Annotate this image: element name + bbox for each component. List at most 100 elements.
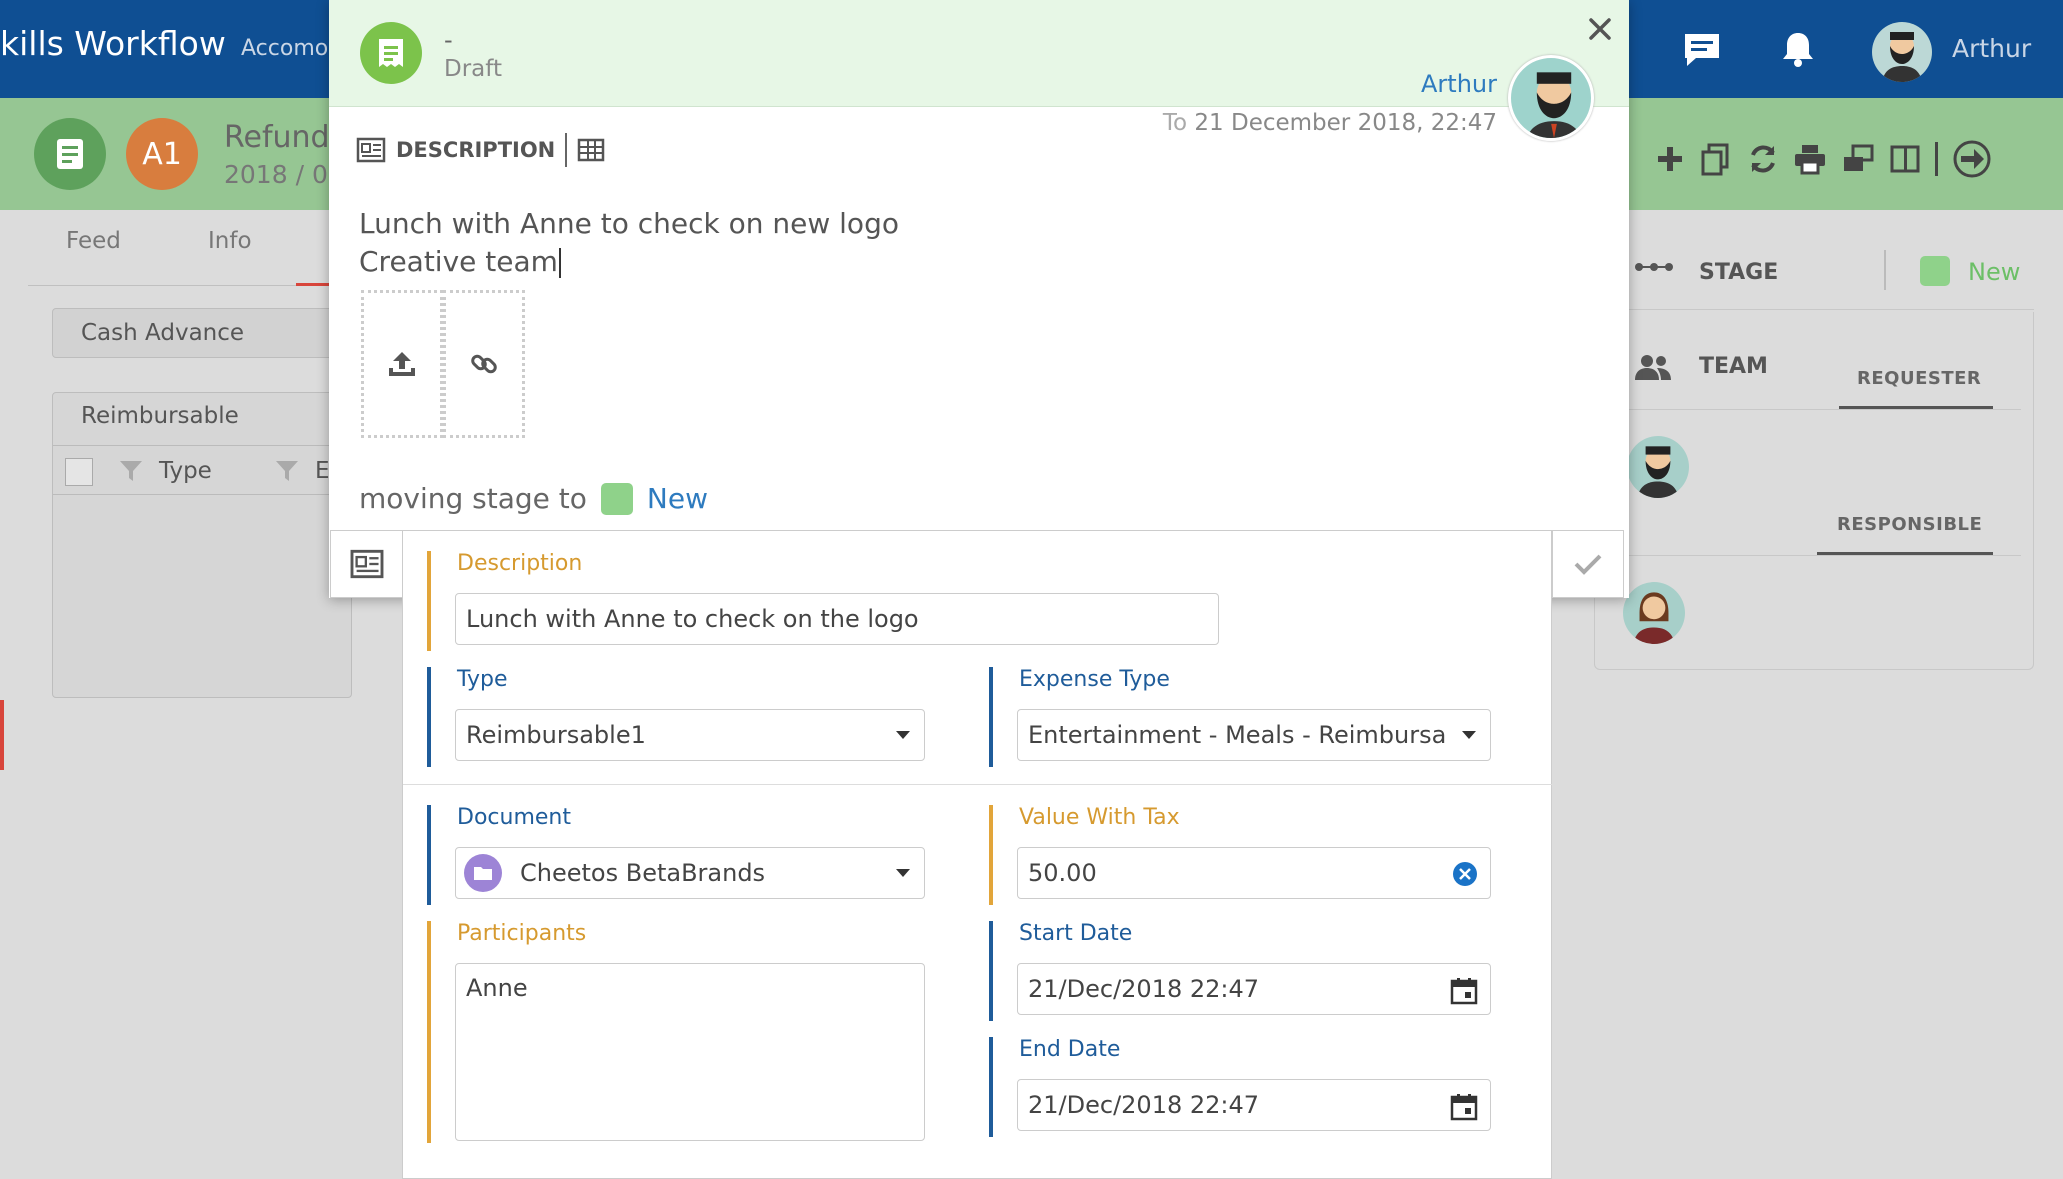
confirm-button[interactable] <box>1552 530 1624 598</box>
tab-separator <box>565 133 568 167</box>
calendar-icon[interactable] <box>1450 977 1478 1005</box>
requester-avatar[interactable] <box>1627 436 1689 498</box>
responsible-label[interactable]: RESPONSIBLE <box>1837 514 1982 535</box>
target-stage-link[interactable]: New <box>647 482 708 515</box>
nav-item-accommodation[interactable]: Accomoc <box>241 36 340 61</box>
participants-value: Anne <box>466 974 528 1002</box>
tab-info[interactable]: Info <box>208 228 252 254</box>
stage-value[interactable]: New <box>1968 258 2020 286</box>
value-with-tax-input[interactable]: 50.00 <box>1017 847 1491 899</box>
calendar-icon[interactable] <box>1450 1093 1478 1121</box>
description-tabs: DESCRIPTION <box>356 130 605 170</box>
top-right-controls: Arthur <box>1670 22 2063 82</box>
stage-separator <box>1884 250 1886 290</box>
description-field: Description Lunch with Anne to check on … <box>427 551 1227 651</box>
expense-type-value: Entertainment - Meals - Reimbursa... <box>1028 721 1448 749</box>
table-icon[interactable] <box>577 138 605 162</box>
end-date-input[interactable]: 21/Dec/2018 22:47 <box>1017 1079 1491 1131</box>
chat-icon[interactable] <box>1682 32 1722 68</box>
team-divider <box>1621 409 2021 410</box>
document-select[interactable]: Cheetos BetaBrands <box>455 847 925 899</box>
column-type[interactable]: Type <box>159 458 212 484</box>
link-button[interactable] <box>443 290 525 438</box>
team-icon <box>1635 355 1671 380</box>
stage-panel: STAGE New <box>1594 230 2034 310</box>
filter-icon[interactable] <box>119 460 143 482</box>
tabs-underline <box>28 285 338 286</box>
team-panel: TEAM REQUESTER RESPONSIBLE <box>1594 312 2034 670</box>
print-icon[interactable] <box>1793 143 1827 175</box>
field-label: End Date <box>1019 1037 1121 1062</box>
field-label: Description <box>457 551 583 576</box>
field-bar <box>989 805 993 905</box>
description-line: Creative team <box>359 245 558 278</box>
split-view-icon[interactable] <box>1889 144 1921 174</box>
record-subtitle: 2018 / 00 <box>224 160 344 189</box>
responsible-avatar[interactable] <box>1623 582 1685 644</box>
bell-icon[interactable] <box>1780 30 1816 70</box>
app-title: kills Workflow <box>0 24 226 63</box>
filter-icon[interactable] <box>275 460 299 482</box>
tab-feed[interactable]: Feed <box>66 228 121 254</box>
document-icon <box>57 139 83 169</box>
field-bar <box>427 805 431 905</box>
copy-icon[interactable] <box>1699 142 1733 176</box>
form-divider <box>403 784 1553 785</box>
card-icon[interactable] <box>356 137 386 163</box>
modal-status: Draft <box>444 56 502 82</box>
record-toolbar <box>1655 138 2015 180</box>
chevron-down-icon <box>896 869 910 877</box>
field-label: Value With Tax <box>1019 805 1180 830</box>
exit-icon[interactable] <box>1952 139 1992 179</box>
start-date-field: Start Date 21/Dec/2018 22:47 <box>989 921 1509 1021</box>
type-value: Reimbursable1 <box>466 721 646 749</box>
document-value: Cheetos BetaBrands <box>520 859 766 887</box>
user-avatar[interactable] <box>1872 22 1932 82</box>
requester-label[interactable]: REQUESTER <box>1857 368 1981 389</box>
description-tab[interactable]: DESCRIPTION <box>396 138 555 162</box>
chevron-down-icon <box>896 731 910 739</box>
type-select[interactable]: Reimbursable1 <box>455 709 925 761</box>
expense-type-select[interactable]: Entertainment - Meals - Reimbursa... <box>1017 709 1491 761</box>
windows-icon[interactable] <box>1841 143 1875 175</box>
toolbar-separator <box>1935 142 1938 176</box>
participants-textarea[interactable]: Anne <box>455 963 925 1141</box>
user-name[interactable]: Arthur <box>1952 34 2031 63</box>
field-label: Expense Type <box>1019 667 1170 692</box>
field-bar <box>989 921 993 1021</box>
chevron-down-icon <box>1462 731 1476 739</box>
text-cursor <box>558 248 561 278</box>
field-bar <box>427 667 431 767</box>
date-prefix: To <box>1162 110 1188 136</box>
modal-user-name[interactable]: Arthur <box>1421 70 1497 98</box>
refresh-icon[interactable] <box>1747 143 1779 175</box>
description-line: Lunch with Anne to check on new logo <box>359 207 899 240</box>
upload-button[interactable] <box>361 290 443 438</box>
modal-user-avatar[interactable] <box>1508 55 1594 141</box>
close-icon[interactable] <box>1583 12 1617 46</box>
stage-transition: moving stage to New <box>359 482 708 515</box>
stage-color-chip <box>600 482 633 515</box>
form-view-toggle[interactable] <box>330 530 403 598</box>
end-date-value: 21/Dec/2018 22:47 <box>1028 1091 1260 1119</box>
date-value: 21 December 2018, 22:47 <box>1194 110 1497 136</box>
check-icon <box>1574 554 1602 575</box>
link-icon <box>471 354 497 374</box>
reimbursable-title: Reimbursable <box>81 403 239 429</box>
select-all-checkbox[interactable] <box>65 458 93 486</box>
clear-icon[interactable] <box>1452 861 1478 887</box>
field-bar <box>989 667 993 767</box>
cash-advance-title: Cash Advance <box>81 320 245 346</box>
start-date-input[interactable]: 21/Dec/2018 22:47 <box>1017 963 1491 1015</box>
record-type-icon <box>34 118 106 190</box>
field-bar <box>427 921 431 1143</box>
field-label: Participants <box>457 921 587 946</box>
column-e[interactable]: E <box>315 458 330 484</box>
add-icon[interactable] <box>1655 144 1685 174</box>
description-editor[interactable]: Lunch with Anne to check on new logo Cre… <box>359 205 899 281</box>
description-input[interactable]: Lunch with Anne to check on the logo <box>455 593 1219 645</box>
modal-type-icon <box>360 22 422 84</box>
field-bar <box>427 551 431 651</box>
cash-advance-card[interactable]: Cash Advance <box>52 308 352 358</box>
modal-date: To 21 December 2018, 22:47 <box>1163 110 1497 136</box>
